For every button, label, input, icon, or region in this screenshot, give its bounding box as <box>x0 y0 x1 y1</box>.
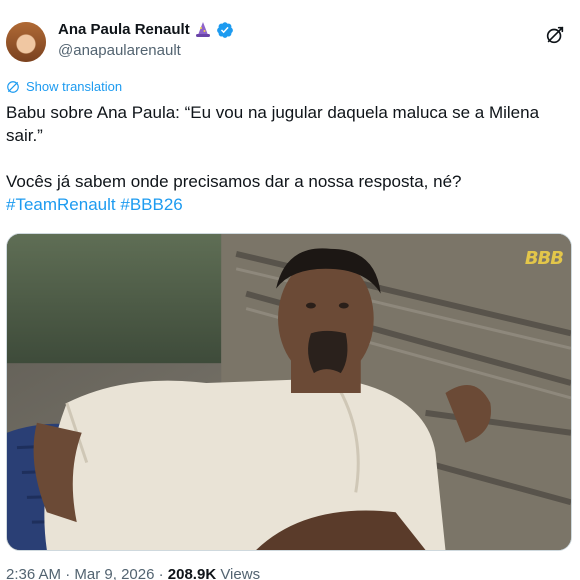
tweet-line-2: Vocês já sabem onde precisamos dar a nos… <box>6 172 462 191</box>
wizard-emoji-icon <box>195 22 210 37</box>
media-illustration <box>7 234 571 550</box>
bbb-watermark: BBB <box>524 248 564 269</box>
hashtag-row: #TeamRenault #BBB26 <box>6 193 566 216</box>
author-name-row[interactable]: Ana Paula Renault <box>58 20 234 40</box>
meta-separator-2: · <box>154 566 168 580</box>
tweet-date[interactable]: Mar 9, 2026 <box>74 566 154 580</box>
tweet-text: Babu sobre Ana Paula: “Eu vou na jugular… <box>6 101 566 216</box>
author-block: Ana Paula Renault @anapaularenault <box>58 20 234 61</box>
hashtag-bbb26[interactable]: #BBB26 <box>120 195 182 214</box>
tweet-time[interactable]: 2:36 AM <box>6 566 61 580</box>
meta-separator-1: · <box>61 566 75 580</box>
display-name[interactable]: Ana Paula Renault <box>58 20 190 40</box>
tweet-line-1: Babu sobre Ana Paula: “Eu vou na jugular… <box>6 103 540 145</box>
show-translation-link[interactable]: Show translation <box>6 79 122 94</box>
grok-icon[interactable] <box>544 24 566 46</box>
tweet-meta: 2:36 AM · Mar 9, 2026 · 208.9K Views <box>6 566 260 580</box>
handle[interactable]: @anapaularenault <box>58 41 234 61</box>
hashtag-teamrenault[interactable]: #TeamRenault <box>6 195 116 214</box>
views-count[interactable]: 208.9K <box>168 566 216 580</box>
translate-icon <box>7 80 19 93</box>
tweet-media-image[interactable]: BBB <box>6 233 572 551</box>
views-label: Views <box>216 566 261 580</box>
avatar[interactable] <box>6 22 46 62</box>
show-translation-label[interactable]: Show translation <box>26 79 122 94</box>
verified-badge-icon <box>216 22 233 38</box>
tweet-header: Ana Paula Renault @anapaularenault <box>6 20 574 64</box>
